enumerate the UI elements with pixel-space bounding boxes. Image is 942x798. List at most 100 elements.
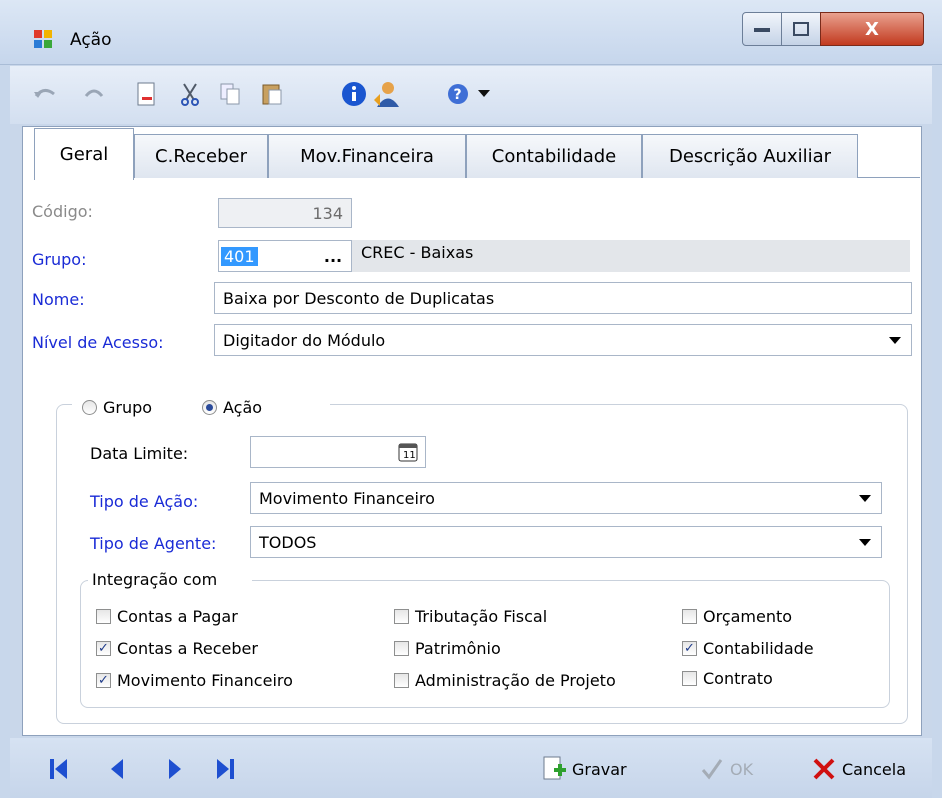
- checkbox-contas-pagar[interactable]: Contas a Pagar: [96, 607, 238, 626]
- redo-icon[interactable]: [80, 80, 108, 108]
- nivel-acesso-select[interactable]: Digitador do Módulo: [214, 324, 912, 356]
- tipo-acao-value: Movimento Financeiro: [259, 488, 435, 508]
- undo-icon[interactable]: [30, 80, 58, 108]
- next-record-icon[interactable]: [162, 754, 188, 784]
- gravar-button[interactable]: Gravar: [542, 752, 627, 786]
- grupo-label: Grupo:: [32, 250, 87, 269]
- tab-label: Contabilidade: [491, 146, 617, 167]
- checkbox-box: [394, 609, 409, 624]
- checkbox-label: Contabilidade: [703, 639, 814, 658]
- checkbox-label: Movimento Financeiro: [117, 671, 293, 690]
- checkbox-label: Administração de Projeto: [415, 671, 616, 690]
- checkbox-box: [682, 671, 697, 686]
- maximize-button[interactable]: [781, 12, 821, 46]
- gravar-label: Gravar: [572, 759, 627, 779]
- cancela-button[interactable]: Cancela: [812, 752, 906, 786]
- radio-circle: [82, 400, 97, 415]
- cancela-label: Cancela: [842, 759, 907, 779]
- tipo-agente-value: TODOS: [259, 532, 317, 552]
- checkmark-icon: ✓: [96, 641, 111, 656]
- tab-label: Descrição Auxiliar: [668, 146, 832, 167]
- checkbox-label: Contas a Pagar: [117, 607, 238, 626]
- new-document-icon[interactable]: [132, 80, 160, 108]
- svg-text:11: 11: [403, 450, 416, 461]
- bottom-bar: [10, 738, 932, 798]
- tab-contabilidade[interactable]: Contabilidade: [466, 134, 642, 178]
- save-icon: [543, 756, 566, 780]
- checkbox-label: Orçamento: [703, 607, 793, 626]
- first-record-icon[interactable]: [46, 754, 72, 784]
- checkbox-label: Patrimônio: [415, 639, 501, 658]
- tab-label: Mov.Financeira: [300, 146, 434, 167]
- window-title: Ação: [70, 30, 112, 50]
- close-button[interactable]: X: [820, 12, 924, 46]
- checkbox-administracao-projeto[interactable]: Administração de Projeto: [394, 671, 616, 690]
- app-icon: [34, 30, 52, 48]
- checkbox-label: Contas a Receber: [117, 639, 258, 658]
- last-record-icon[interactable]: [212, 754, 238, 784]
- radio-acao[interactable]: Ação: [202, 398, 262, 417]
- radio-circle: [202, 400, 217, 415]
- radio-grupo[interactable]: Grupo: [82, 398, 152, 417]
- tipo-agente-label: Tipo de Agente:: [90, 534, 217, 553]
- cut-icon[interactable]: [176, 80, 204, 108]
- checkbox-box: [394, 673, 409, 688]
- nome-label: Nome:: [32, 290, 85, 309]
- checkbox-patrimonio[interactable]: Patrimônio: [394, 639, 501, 658]
- tab-c-receber[interactable]: C.Receber: [134, 134, 268, 178]
- checkmark-icon: [701, 759, 723, 780]
- close-icon: [813, 758, 835, 780]
- checkbox-contabilidade[interactable]: ✓ Contabilidade: [682, 639, 814, 658]
- nome-field[interactable]: Baixa por Desconto de Duplicatas: [214, 282, 912, 314]
- chevron-down-icon: [859, 539, 871, 546]
- tipo-acao-label: Tipo de Ação:: [90, 492, 199, 511]
- checkbox-box: [96, 609, 111, 624]
- checkbox-tributacao-fiscal[interactable]: Tributação Fiscal: [394, 607, 547, 626]
- ok-label: OK: [730, 759, 754, 779]
- integracao-title: Integração com: [92, 570, 218, 589]
- previous-record-icon[interactable]: [104, 754, 130, 784]
- checkmark-icon: ✓: [682, 641, 697, 656]
- codigo-field: 134: [218, 198, 352, 228]
- nivel-acesso-value: Digitador do Módulo: [223, 330, 386, 350]
- paste-icon[interactable]: [258, 80, 286, 108]
- data-limite-label: Data Limite:: [90, 444, 189, 463]
- tab-descricao-auxiliar[interactable]: Descrição Auxiliar: [642, 134, 858, 178]
- checkbox-contrato[interactable]: Contrato: [682, 669, 773, 688]
- radio-label: Ação: [223, 398, 263, 417]
- tipo-acao-select[interactable]: Movimento Financeiro: [250, 482, 882, 514]
- checkbox-contas-receber[interactable]: ✓ Contas a Receber: [96, 639, 258, 658]
- user-icon[interactable]: [372, 80, 400, 108]
- checkbox-orcamento[interactable]: Orçamento: [682, 607, 792, 626]
- checkbox-label: Contrato: [703, 669, 773, 688]
- window-frame-right: [932, 0, 942, 798]
- tab-geral[interactable]: Geral: [34, 128, 134, 180]
- codigo-label: Código:: [32, 202, 93, 221]
- minimize-button[interactable]: [742, 12, 782, 46]
- checkbox-movimento-financeiro[interactable]: ✓ Movimento Financeiro: [96, 671, 293, 690]
- radio-label: Grupo: [103, 398, 153, 417]
- tab-label: C.Receber: [155, 146, 247, 167]
- calendar-icon[interactable]: 11: [398, 442, 418, 462]
- chevron-down-icon: [859, 495, 871, 502]
- dropdown-arrow-icon[interactable]: [470, 80, 498, 108]
- nivel-acesso-label: Nível de Acesso:: [32, 333, 164, 352]
- svg-text:?: ?: [454, 87, 462, 103]
- ok-button[interactable]: OK: [700, 752, 753, 786]
- close-icon: X: [865, 18, 879, 40]
- grupo-description: CREC - Baixas: [352, 240, 910, 272]
- checkbox-box: [394, 641, 409, 656]
- checkbox-box: [682, 609, 697, 624]
- chevron-down-icon: [889, 337, 901, 344]
- tab-mov-financeira[interactable]: Mov.Financeira: [268, 134, 466, 178]
- lookup-button[interactable]: ...: [318, 243, 348, 269]
- tab-label: Geral: [59, 144, 109, 165]
- info-icon[interactable]: [340, 80, 368, 108]
- help-icon[interactable]: ?: [444, 80, 472, 108]
- grupo-value: 401: [221, 246, 258, 266]
- checkbox-label: Tributação Fiscal: [415, 607, 548, 626]
- checkmark-icon: ✓: [96, 673, 111, 688]
- copy-icon[interactable]: [216, 80, 244, 108]
- window-frame-left: [0, 0, 10, 798]
- tipo-agente-select[interactable]: TODOS: [250, 526, 882, 558]
